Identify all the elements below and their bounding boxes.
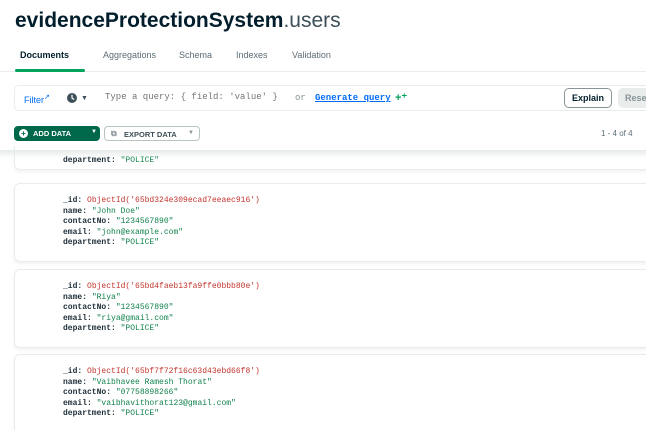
- field-id: _id: ObjectId('65bd4faeb13fa9ffe0bbb80e'…: [63, 282, 260, 291]
- field-name: name: "Vaibhavee Ramesh Thorat": [63, 377, 212, 387]
- chevron-down-icon: ▼: [91, 129, 97, 135]
- tab-indexes[interactable]: Indexes: [236, 50, 268, 60]
- document-card[interactable]: _id: ObjectId('65bd4faeb13fa9ffe0bbb80e'…: [14, 269, 646, 348]
- chevron-down-icon[interactable]: ▼: [81, 95, 88, 102]
- active-tab-indicator: [15, 69, 85, 72]
- database-name: evidenceProtectionSystem: [15, 9, 284, 32]
- collection-name: .users: [283, 9, 341, 32]
- export-data-label: EXPORT DATA: [124, 130, 177, 139]
- export-icon: ⧉: [111, 129, 117, 138]
- field-email: email: "john@example.com": [63, 227, 184, 237]
- external-link-icon: ↗: [44, 94, 50, 101]
- document-card[interactable]: _id: ObjectId('65bf7f72f16c63d43ebd66f8'…: [14, 354, 646, 430]
- filter-label[interactable]: Filter↗: [24, 93, 50, 105]
- field-contact: contactNo: "1234567890": [63, 303, 174, 312]
- tab-schema[interactable]: Schema: [179, 50, 212, 60]
- query-bar: Filter↗ ▼ or Generate query +⁺: [14, 85, 646, 111]
- sparkle-icon: +⁺: [395, 92, 408, 104]
- query-input[interactable]: [105, 92, 305, 102]
- field-id: _id: ObjectId('65bd324e309ecad7eeaec916'…: [63, 196, 260, 205]
- tab-documents[interactable]: Documents: [20, 50, 69, 60]
- field-id: _id: ObjectId('65bf7f72f16c63d43ebd66f8'…: [63, 367, 260, 376]
- or-text: or: [295, 93, 306, 103]
- clock-icon[interactable]: [67, 93, 77, 103]
- document-fields: _id: ObjectId('65bd4faeb13fa9ffe0bbb80e'…: [63, 282, 260, 335]
- reset-button[interactable]: Reset: [618, 88, 646, 108]
- tab-aggregations[interactable]: Aggregations: [103, 50, 156, 60]
- generate-query-link[interactable]: Generate query: [315, 93, 391, 103]
- field-contact: contactNo: "07758898266": [63, 388, 179, 397]
- field-department: department: "POLICE": [63, 409, 160, 418]
- field-department: department: "POLICE": [63, 324, 160, 333]
- collection-title: evidenceProtectionSystem.users: [15, 9, 341, 33]
- pagination-count: 1 - 4 of 4: [601, 129, 633, 138]
- explain-button[interactable]: Explain: [564, 88, 612, 108]
- field-email: email: "riya@gmail.com": [63, 313, 174, 323]
- tab-validation[interactable]: Validation: [292, 50, 331, 60]
- add-data-button[interactable]: + ADD DATA ▼: [14, 126, 100, 141]
- document-fields: _id: ObjectId('65bd324e309ecad7eeaec916'…: [63, 196, 260, 249]
- collection-tabs: Documents Aggregations Schema Indexes Va…: [0, 48, 646, 72]
- export-data-button[interactable]: ⧉ EXPORT DATA ▼: [104, 126, 200, 141]
- add-data-label: ADD DATA: [33, 129, 72, 138]
- document-card[interactable]: _id: ObjectId('65bd324e309ecad7eeaec916'…: [14, 183, 646, 262]
- field-email: email: "vaibhavithorat123@gmail.com": [63, 398, 236, 408]
- plus-circle-icon: +: [19, 129, 28, 138]
- field-department: department: "POLICE": [63, 238, 160, 247]
- chevron-down-icon: ▼: [188, 130, 194, 136]
- document-fields: _id: ObjectId('65bf7f72f16c63d43ebd66f8'…: [63, 367, 260, 420]
- field-name: name: "Riya": [63, 292, 121, 302]
- field-name: name: "John Doe": [63, 206, 140, 216]
- field-contact: contactNo: "1234567890": [63, 217, 174, 226]
- toolbar-shadow: [0, 150, 646, 158]
